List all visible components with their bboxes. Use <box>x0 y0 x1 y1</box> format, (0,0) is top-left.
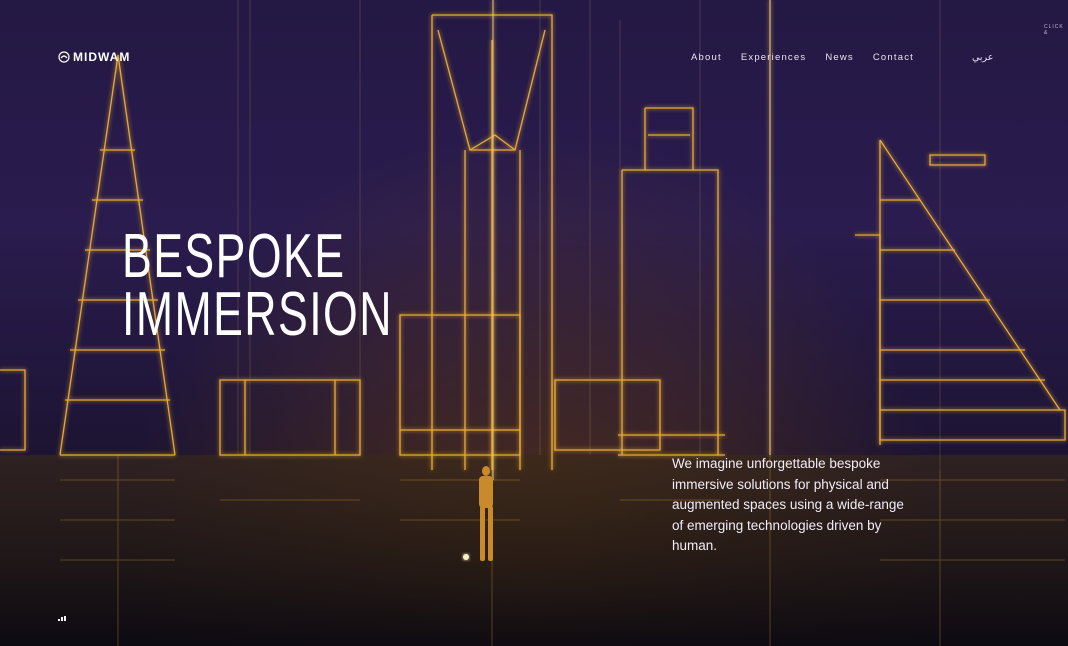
brand-logo[interactable]: MIDWAM <box>58 50 130 64</box>
hero-line-2: IMMERSION <box>122 280 393 349</box>
hero-headline: BESPOKE IMMERSION <box>122 222 393 349</box>
main-navigation: About Experiences News Contact <box>691 52 914 63</box>
midwam-logo-icon <box>58 51 70 63</box>
nav-item-news[interactable]: News <box>825 52 854 63</box>
nav-item-experiences[interactable]: Experiences <box>741 52 806 63</box>
corner-click-hint[interactable]: CLICK & <box>1044 24 1068 36</box>
sound-bars-icon <box>58 616 66 621</box>
sound-toggle-button[interactable] <box>58 616 66 621</box>
nav-item-contact[interactable]: Contact <box>873 52 914 63</box>
intro-paragraph: We imagine unforgettable bespoke immersi… <box>672 456 904 553</box>
nav-item-about[interactable]: About <box>691 52 722 63</box>
brand-name: MIDWAM <box>73 50 131 64</box>
hero-line-1: BESPOKE <box>122 222 346 291</box>
language-switch[interactable]: عربي <box>972 52 993 63</box>
